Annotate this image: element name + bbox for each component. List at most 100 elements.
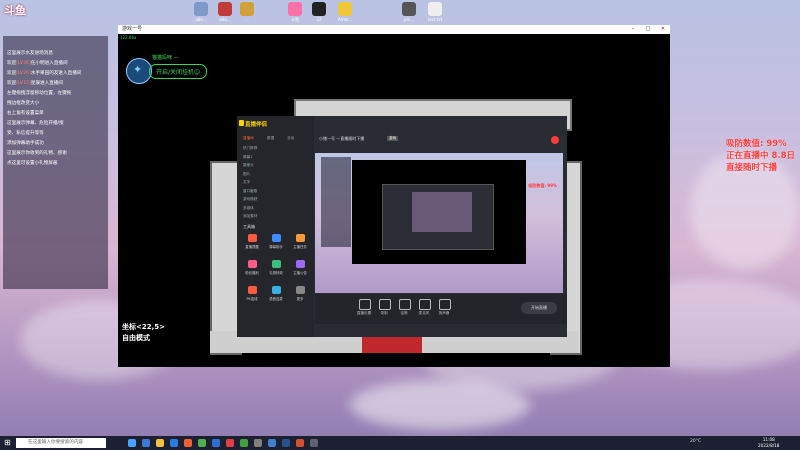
- chat-message: 左键拖拽浮窗移动位置，左键拖: [3, 90, 108, 97]
- chat-message: 欢迎[LV26]任小明进入直播间: [3, 60, 108, 67]
- source-item[interactable]: 多媒体: [243, 206, 254, 211]
- tool-icon[interactable]: [248, 260, 257, 268]
- chat-message: 受、私信提升等等: [3, 130, 108, 137]
- taskbar: ⊞ 在这里输入你要搜索的内容 20°C 11:08 2022/8/18: [0, 436, 800, 450]
- task-view-icon[interactable]: [128, 439, 136, 447]
- tab-interact[interactable]: 互动: [287, 136, 294, 141]
- xbox-icon[interactable]: [240, 439, 248, 447]
- desktop-shortcut[interactable]: pic...: [398, 2, 420, 22]
- chat-text-post: 水手果园的友进入直播间: [30, 71, 82, 76]
- tool-icon[interactable]: [296, 234, 305, 242]
- tab-live-room[interactable]: 直播间: [243, 136, 254, 141]
- clock[interactable]: 11:08 2022/8/18: [758, 437, 779, 449]
- source-item[interactable]: 屏幕1: [243, 155, 252, 160]
- chat-message: 这里展示弹幕、危险开播/接: [3, 120, 108, 127]
- clock-date: 2022/8/18: [758, 443, 780, 448]
- tool-icon[interactable]: [272, 234, 281, 242]
- player-name: 猫猫妈咪 —: [152, 55, 179, 61]
- app-icon[interactable]: [198, 439, 206, 447]
- chat-message: 这里展示水友进场消息: [3, 50, 108, 57]
- desktop-shortcut[interactable]: Arms...: [334, 2, 356, 22]
- desktop-shortcut[interactable]: test.txt: [424, 2, 446, 22]
- shortcut-icon: [194, 2, 208, 16]
- window-title: 游戏一号: [122, 26, 143, 32]
- source-item[interactable]: 添加素材: [243, 214, 257, 219]
- source-item[interactable]: 文字: [243, 180, 250, 185]
- record-icon[interactable]: [551, 136, 559, 144]
- stream-sidebar: 直播伴侣 直播间 数据 互动 热门推荐 屏幕1 摄像头 图片 文字 窗口截取 游戏捕获 多媒体…: [237, 116, 314, 337]
- stream-room-title: 小猪一号 一直播随时下播: [319, 136, 365, 141]
- app-icon[interactable]: [254, 439, 262, 447]
- mode-text: 自由模式: [122, 334, 150, 342]
- chat-text-hi: [LV15]: [16, 81, 31, 86]
- chat-text-hi: [LV20]: [16, 71, 31, 76]
- shortcut-icon: [338, 2, 352, 16]
- app-icon[interactable]: [226, 439, 234, 447]
- minimize-icon[interactable]: –: [626, 25, 640, 34]
- desktop-shortcut[interactable]: 斗鱼: [284, 2, 306, 23]
- chat-text-post: 点这里可设置小礼物屏蔽: [7, 161, 58, 166]
- app-icon[interactable]: [310, 439, 318, 447]
- tool-icon[interactable]: [248, 286, 257, 294]
- stream-app-window[interactable]: 直播伴侣 直播间 数据 互动 热门推荐 屏幕1 摄像头 图片 文字 窗口截取 游戏捕获 多媒体…: [237, 116, 567, 337]
- stream-status-overlay: 吸防数值: 99% 正在直播中 8.8日 直接随时下播: [726, 138, 795, 174]
- app-icon[interactable]: [296, 439, 304, 447]
- shortcut-label: a6e...: [195, 17, 207, 22]
- window-titlebar[interactable]: 游戏一号 – □ ✕: [118, 25, 670, 34]
- control-icon[interactable]: [439, 299, 451, 310]
- close-icon[interactable]: ✕: [656, 25, 670, 34]
- chat-text-pre: 欢迎: [7, 61, 17, 66]
- status-line: 直接随时下播: [726, 163, 778, 173]
- desktop-shortcut[interactable]: a6e...: [190, 2, 212, 22]
- chat-message: 这里展示你收到的礼物、感谢: [3, 150, 108, 157]
- tool-icon[interactable]: [296, 286, 305, 294]
- chat-overlay[interactable]: 这里展示水友进场消息 欢迎[LV26]任小明进入直播间 欢迎[LV20]水手果园的友…: [3, 36, 108, 289]
- maximize-icon[interactable]: □: [641, 25, 655, 34]
- tool-icon[interactable]: [248, 234, 257, 242]
- chat-text-post: 任小明进入直播间: [30, 61, 68, 66]
- stream-category-tag: 游戏: [387, 136, 399, 141]
- steam-icon[interactable]: [282, 439, 290, 447]
- tab-data[interactable]: 数据: [267, 136, 274, 141]
- store-icon[interactable]: [170, 439, 178, 447]
- coordinate-readout: 坐标<22,5> 自由模式: [122, 322, 165, 344]
- chat-text-post: 这里展示你收到的礼物、感谢: [7, 151, 67, 156]
- tool-icon[interactable]: [296, 260, 305, 268]
- edge-icon[interactable]: [142, 439, 150, 447]
- shortcut-icon: [240, 2, 254, 16]
- control-icon[interactable]: [419, 299, 431, 310]
- app-icon[interactable]: [268, 439, 276, 447]
- tools-title: 工具箱: [243, 224, 255, 229]
- douyu-logo: 斗鱼: [4, 4, 26, 17]
- toggle-afk-button[interactable]: 开启/关闭挂机☺: [149, 64, 208, 79]
- app-icon[interactable]: [212, 439, 220, 447]
- chat-text-post: 受、私信提升等等: [7, 131, 44, 136]
- desktop-shortcut[interactable]: ...: [236, 2, 258, 22]
- start-live-button[interactable]: 开始直播: [521, 302, 557, 314]
- chat-text-post: 添加弹幕助手成功: [7, 141, 44, 146]
- chat-text-pre: 欢迎: [7, 71, 17, 76]
- source-item[interactable]: 热门推荐: [243, 146, 257, 151]
- control-icon[interactable]: [399, 299, 411, 310]
- app-icon[interactable]: [184, 439, 192, 447]
- shortcut-icon: [312, 2, 326, 16]
- tool-label: 主播公告: [293, 271, 307, 275]
- source-item[interactable]: 摄像头: [243, 163, 254, 168]
- desktop-shortcut[interactable]: 22: [308, 2, 330, 22]
- control-icon[interactable]: [379, 299, 391, 310]
- windows-start-icon[interactable]: ⊞: [4, 439, 12, 447]
- desktop-shortcut[interactable]: e6a...: [214, 2, 236, 22]
- explorer-icon[interactable]: [156, 439, 164, 447]
- source-item[interactable]: 窗口截取: [243, 189, 257, 194]
- source-item[interactable]: 图片: [243, 172, 250, 177]
- taskbar-search-input[interactable]: 在这里输入你要搜索的内容: [16, 438, 106, 448]
- tool-icon[interactable]: [272, 286, 281, 294]
- control-label: 录制: [380, 311, 388, 315]
- chat-message: 添加弹幕助手成功: [3, 140, 108, 147]
- stream-controls: 直播设置 录制 话筒 麦克风 扬声器 开始直播: [315, 294, 567, 324]
- stream-logo-icon: [239, 120, 244, 126]
- source-item[interactable]: 游戏捕获: [243, 197, 257, 202]
- control-icon[interactable]: [359, 299, 371, 310]
- tool-icon[interactable]: [272, 260, 281, 268]
- status-line: 正在直播中 8.8日: [726, 151, 796, 161]
